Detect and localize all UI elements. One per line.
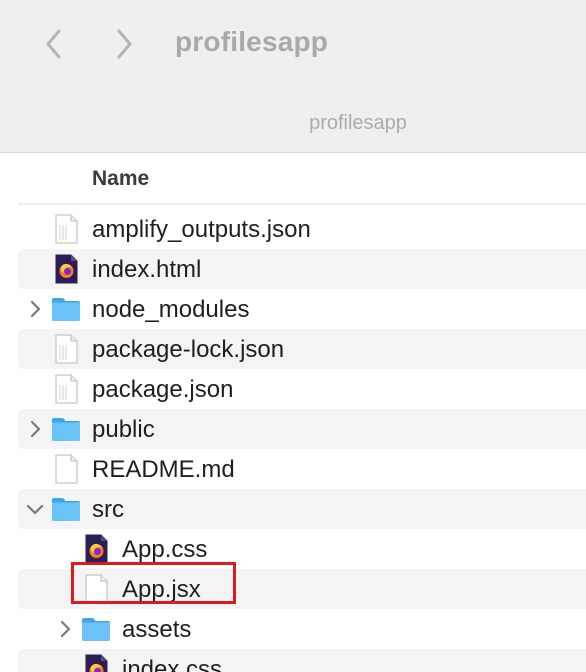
firefox-doc-icon (50, 253, 82, 285)
list-item[interactable]: src (0, 489, 586, 529)
list-item[interactable]: public (0, 409, 586, 449)
list-item[interactable]: README.md (0, 449, 586, 489)
generic-doc-icon (50, 333, 82, 365)
list-item-label: App.css (122, 536, 208, 563)
list-item-label: App.jsx (122, 576, 201, 603)
folder-icon (80, 613, 112, 645)
chevron-down-icon[interactable] (25, 499, 45, 519)
list-item-label: src (92, 496, 124, 523)
file-list: amplify_outputs.json index.html node_mod… (0, 209, 586, 672)
list-item[interactable]: package-lock.json (0, 329, 586, 369)
chevron-right-icon (114, 28, 134, 60)
list-item-label: index.css (122, 656, 223, 672)
list-item-label: amplify_outputs.json (92, 216, 311, 243)
list-item[interactable]: package.json (0, 369, 586, 409)
list-item-label: package.json (92, 376, 234, 403)
folder-icon (50, 293, 82, 325)
firefox-doc-icon (80, 653, 112, 672)
list-item[interactable]: amplify_outputs.json (0, 209, 586, 249)
blank-doc-icon (50, 453, 82, 485)
chevron-right-icon[interactable] (25, 299, 45, 319)
chevron-right-icon[interactable] (55, 619, 75, 639)
list-item-label: assets (122, 616, 192, 643)
list-item-label: public (92, 416, 155, 443)
list-item[interactable]: index.css (0, 649, 586, 672)
list-item[interactable]: node_modules (0, 289, 586, 329)
generic-doc-icon (50, 213, 82, 245)
column-header-name[interactable]: Name (92, 167, 149, 191)
window-title: profilesapp (175, 26, 329, 57)
toolbar: profilesapp profilesapp (0, 0, 586, 153)
back-button[interactable] (34, 24, 74, 64)
list-item-label: package-lock.json (92, 336, 285, 363)
list-header: Name (0, 153, 586, 203)
list-item-label: README.md (92, 456, 235, 483)
folder-icon (50, 493, 82, 525)
forward-button[interactable] (104, 24, 144, 64)
header-divider (18, 203, 586, 205)
list-item[interactable]: App.css (0, 529, 586, 569)
list-item-label: node_modules (92, 296, 250, 323)
chevron-right-icon[interactable] (25, 419, 45, 439)
list-item-label: index.html (92, 256, 202, 283)
list-item[interactable]: index.html (0, 249, 586, 289)
finder-window: profilesapp profilesapp Name amplify_out… (0, 0, 586, 672)
list-item-highlighted[interactable]: App.jsx (0, 569, 586, 609)
generic-doc-icon (50, 373, 82, 405)
chevron-left-icon (44, 28, 64, 60)
firefox-doc-icon (80, 533, 112, 565)
list-item[interactable]: assets (0, 609, 586, 649)
path-bar-title: profilesapp (309, 112, 407, 134)
folder-icon (50, 413, 82, 445)
blank-doc-icon (80, 573, 112, 605)
